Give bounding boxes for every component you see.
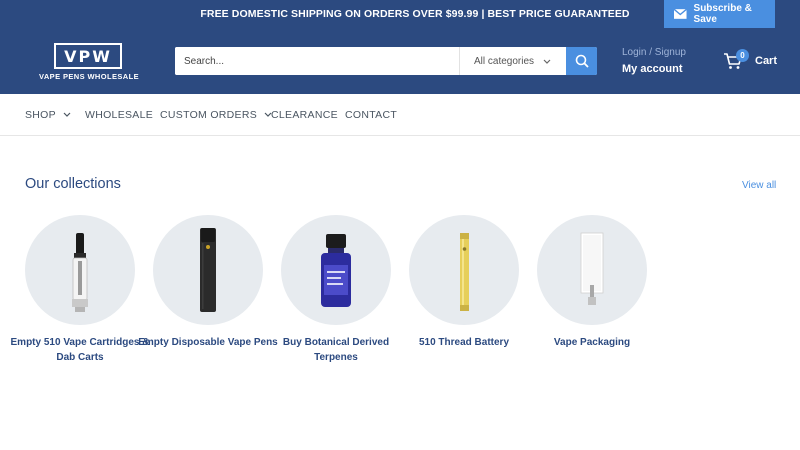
nav-item-clearance[interactable]: CLEARANCE	[271, 94, 338, 136]
subscribe-label: Subscribe & Save	[693, 3, 752, 25]
collection-image-packaging[interactable]	[537, 215, 647, 325]
collection-label[interactable]: Vape Packaging	[522, 335, 662, 350]
search-bar: All categories	[175, 47, 597, 75]
collection-label[interactable]: Empty 510 Vape Cartridges & Dab Carts	[10, 335, 150, 365]
collection-label[interactable]: Buy Botanical Derived Terpenes	[266, 335, 406, 365]
site-header: VPW VAPE PENS WHOLESALE All categories L…	[0, 28, 800, 94]
envelope-icon	[674, 9, 687, 19]
search-input[interactable]	[175, 47, 459, 75]
collections-title: Our collections	[25, 176, 121, 192]
main-nav: SHOP WHOLESALE CUSTOM ORDERS CLEARANCE C…	[0, 94, 800, 136]
category-select-value: All categories	[474, 55, 535, 67]
collection-image-battery[interactable]	[409, 215, 519, 325]
collection-image-terpene-bottle[interactable]	[281, 215, 391, 325]
my-account-link[interactable]: My account	[622, 62, 702, 76]
collection-label[interactable]: 510 Thread Battery	[394, 335, 534, 350]
nav-item-label: CUSTOM ORDERS	[160, 109, 258, 121]
chevron-down-icon	[543, 59, 551, 64]
collection-image-cartridge[interactable]	[25, 215, 135, 325]
collection-label[interactable]: Empty Disposable Vape Pens	[138, 335, 278, 350]
nav-item-contact[interactable]: CONTACT	[345, 94, 397, 136]
logo-text: VAPE PENS WHOLESALE	[39, 72, 139, 81]
cart-button[interactable]: 0 Cart	[723, 49, 783, 74]
subscribe-button[interactable]: Subscribe & Save	[664, 0, 775, 28]
logo-mark: VPW	[64, 47, 112, 66]
nav-item-label: WHOLESALE	[85, 109, 154, 121]
chevron-down-icon	[63, 112, 71, 117]
search-icon	[575, 54, 589, 68]
logo-mark-box: VPW	[54, 43, 122, 69]
nav-item-custom-orders[interactable]: CUSTOM ORDERS	[160, 94, 272, 136]
announcement-bar: FREE DOMESTIC SHIPPING ON ORDERS OVER $9…	[0, 0, 800, 28]
category-select[interactable]: All categories	[460, 47, 566, 75]
cart-count-badge: 0	[736, 49, 749, 62]
search-button[interactable]	[566, 47, 597, 75]
site-logo[interactable]: VPW VAPE PENS WHOLESALE	[30, 43, 148, 83]
collection-image-disposable-pen[interactable]	[153, 215, 263, 325]
nav-item-label: CONTACT	[345, 109, 398, 121]
nav-item-label: SHOP	[25, 109, 56, 121]
nav-item-label: CLEARANCE	[271, 109, 338, 121]
nav-item-shop[interactable]: SHOP	[25, 94, 71, 136]
cart-label: Cart	[755, 55, 778, 67]
account-links: Login / Signup My account	[622, 46, 702, 76]
login-signup-link[interactable]: Login / Signup	[622, 46, 702, 59]
nav-item-wholesale[interactable]: WHOLESALE	[85, 94, 153, 136]
view-all-link[interactable]: View all	[742, 180, 776, 191]
